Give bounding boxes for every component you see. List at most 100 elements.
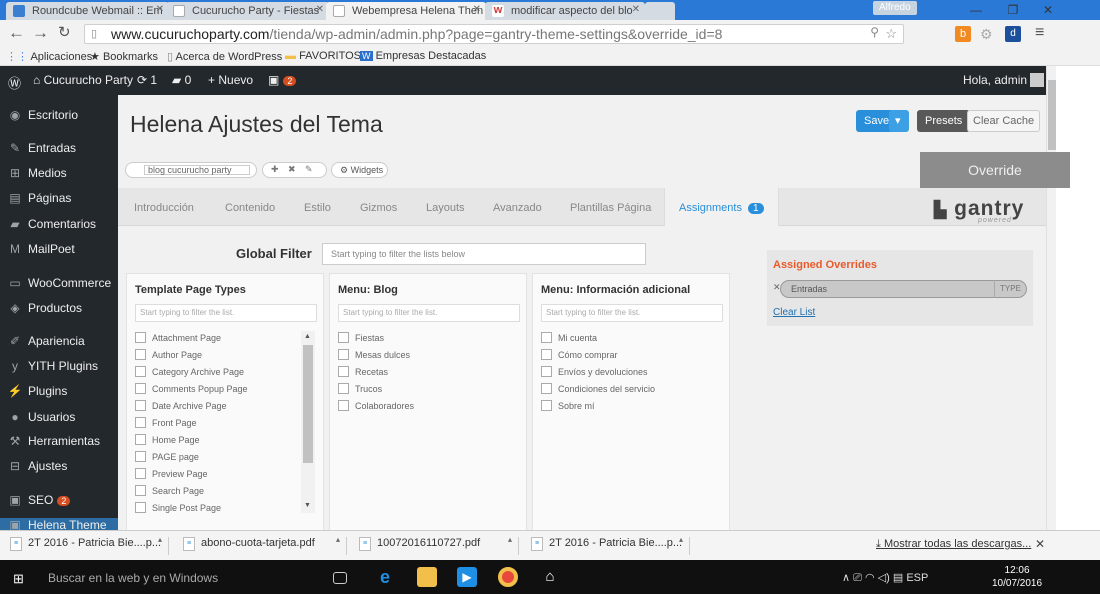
wordpress-logo-icon[interactable]: Ⓦ: [8, 73, 21, 92]
list-item[interactable]: Comments Popup Page: [135, 383, 248, 400]
close-icon[interactable]: ✕: [316, 4, 324, 15]
sidebar-item-herramientas[interactable]: ⚒ Herramientas: [7, 434, 100, 448]
url-field[interactable]: ▯ www.cucuruchoparty.com/tienda/wp-admin…: [84, 24, 904, 44]
list-item[interactable]: Preview Page: [135, 468, 248, 485]
restore-button[interactable]: ❐: [995, 0, 1031, 20]
list-item[interactable]: PAGE page: [135, 451, 248, 468]
forward-button[interactable]: →: [32, 24, 49, 42]
tab-contenido[interactable]: Contenido: [225, 202, 275, 214]
network-icon[interactable]: ⎚: [853, 572, 862, 584]
store-icon[interactable]: ⌂: [540, 567, 560, 587]
list-item[interactable]: Category Archive Page: [135, 366, 248, 383]
bookmark-item[interactable]: ▯ Acerca de WordPress: [167, 50, 282, 63]
list-item[interactable]: Front Page: [135, 417, 248, 434]
chevron-up-icon[interactable]: ∧: [842, 572, 850, 584]
page-scrollbar[interactable]: [1046, 66, 1056, 530]
global-filter-input[interactable]: Start typing to filter the lists below: [322, 243, 646, 265]
list-item[interactable]: Condiciones del servicio: [541, 383, 655, 400]
bookmark-item[interactable]: ★ Bookmarks: [90, 50, 158, 63]
new-content-link[interactable]: + Nuevo: [208, 73, 253, 87]
wifi-icon[interactable]: ◠: [865, 572, 875, 584]
tab-avanzado[interactable]: Avanzado: [493, 202, 542, 214]
download-item[interactable]: ≡ 2T 2016 - Patricia Bie....p... ▴: [4, 535, 169, 555]
list-filter-input[interactable]: Start typing to filter the list.: [135, 304, 317, 322]
star-icon[interactable]: ☆: [885, 26, 897, 42]
extension-icon[interactable]: b: [955, 26, 971, 42]
sidebar-item-comentarios[interactable]: ▰ Comentarios: [7, 217, 96, 231]
tab-estilo[interactable]: Estilo: [304, 202, 331, 214]
tab-plantillas-pagina[interactable]: Plantillas Página: [570, 202, 651, 214]
sidebar-item-seo[interactable]: ▣ SEO 2: [7, 493, 71, 507]
sidebar-item-ajustes[interactable]: ⊟ Ajustes: [7, 459, 67, 473]
profile-badge[interactable]: Alfredo: [873, 1, 917, 15]
edit-icon[interactable]: ✎: [305, 164, 313, 175]
browser-tab[interactable]: Roundcube Webmail :: Em ✕: [6, 2, 169, 20]
close-window-button[interactable]: ✕: [1030, 0, 1066, 20]
list-item[interactable]: Date Archive Page: [135, 400, 248, 417]
tab-assignments[interactable]: Assignments 1: [664, 188, 779, 226]
back-button[interactable]: ←: [8, 24, 25, 42]
list-item[interactable]: Home Page: [135, 434, 248, 451]
taskbar-search[interactable]: Buscar en la web y en Windows: [0, 560, 322, 594]
reload-button[interactable]: ↻: [58, 24, 71, 42]
presets-button[interactable]: Presets: [917, 110, 971, 132]
list-item[interactable]: Cómo comprar: [541, 349, 655, 366]
sidebar-item-medios[interactable]: ⊞ Medios: [7, 166, 67, 180]
list-item[interactable]: Search Page: [135, 485, 248, 502]
close-icon[interactable]: ✕: [632, 4, 640, 15]
tab-layouts[interactable]: Layouts: [426, 202, 465, 214]
zoom-icon[interactable]: ⚲: [870, 25, 879, 39]
list-item[interactable]: Author Page: [135, 349, 248, 366]
close-downloads-button[interactable]: ✕: [1035, 537, 1045, 551]
clear-list-link[interactable]: Clear List: [773, 307, 815, 318]
list-filter-input[interactable]: Start typing to filter the list.: [338, 304, 520, 322]
notification-icon[interactable]: ▤: [893, 572, 903, 584]
sidebar-item-apariencia[interactable]: ✐ Apariencia: [7, 334, 85, 348]
list-item[interactable]: Mi cuenta: [541, 332, 655, 349]
extension-icon[interactable]: ⚙: [980, 26, 993, 43]
updates-link[interactable]: ⟳ 1: [137, 73, 157, 87]
widgets-button[interactable]: ⚙ Widgets: [331, 162, 388, 178]
clear-cache-button[interactable]: Clear Cache: [967, 110, 1041, 132]
sidebar-item-productos[interactable]: ◈ Productos: [7, 301, 82, 315]
minimize-button[interactable]: —: [958, 0, 994, 20]
new-tab-button[interactable]: [645, 2, 675, 20]
list-filter-input[interactable]: Start typing to filter the list.: [541, 304, 723, 322]
tab-gizmos[interactable]: Gizmos: [360, 202, 397, 214]
sidebar-item-usuarios[interactable]: ● Usuarios: [7, 410, 75, 424]
bookmark-apps[interactable]: ⋮⋮ Aplicaciones: [6, 50, 92, 63]
download-item[interactable]: ≡ 10072016110727.pdf ▴: [353, 535, 519, 555]
clock[interactable]: 12:06 10/07/2016: [992, 564, 1042, 590]
bookmark-folder[interactable]: ▬ FAVORITOS: [285, 50, 361, 62]
sidebar-item-plugins[interactable]: ⚡ Plugins: [7, 384, 68, 398]
show-all-downloads-link[interactable]: ⤓ Mostrar todas las descargas...: [876, 538, 1031, 551]
volume-icon[interactable]: ◁): [878, 572, 890, 584]
sidebar-item-woocommerce[interactable]: ▭ WooCommerce: [7, 276, 111, 290]
windows-start-icon[interactable]: ⊞: [13, 571, 24, 587]
list-item[interactable]: Trucos: [338, 383, 414, 400]
list-item[interactable]: Mesas dulces: [338, 349, 414, 366]
save-dropdown-button[interactable]: ▾: [889, 110, 909, 132]
sidebar-item-escritorio[interactable]: ◉ Escritorio: [7, 108, 78, 122]
list-item[interactable]: Envíos y devoluciones: [541, 366, 655, 383]
list-item[interactable]: Single Post Page: [135, 502, 248, 519]
browser-tab-active[interactable]: Webempresa Helena Then ✕: [326, 2, 486, 20]
account-link[interactable]: Hola, admin: [963, 73, 1045, 87]
override-name-field[interactable]: blog cucurucho party: [125, 162, 257, 178]
list-item[interactable]: Colaboradores: [338, 400, 414, 417]
file-explorer-icon[interactable]: [417, 567, 437, 587]
sidebar-item-mailpoet[interactable]: M MailPoet: [7, 242, 75, 256]
language-indicator[interactable]: ESP: [906, 572, 928, 584]
sidebar-item-yith[interactable]: y YITH Plugins: [7, 359, 98, 373]
list-scrollbar[interactable]: ▲ ▼: [301, 331, 315, 513]
browser-tab[interactable]: Cucurucho Party - Fiestas ✕: [166, 2, 329, 20]
download-item[interactable]: ≡ abono-cuota-tarjeta.pdf ▴: [177, 535, 347, 555]
media-player-icon[interactable]: ▶: [457, 567, 477, 587]
list-item[interactable]: Attachment Page: [135, 332, 248, 349]
plugin-link[interactable]: ▣ 2: [268, 73, 297, 87]
edge-icon[interactable]: e: [375, 567, 395, 587]
sidebar-item-paginas[interactable]: ▤ Páginas: [7, 191, 71, 205]
delete-icon[interactable]: ✖: [288, 164, 296, 175]
bookmark-item[interactable]: W Empresas Destacadas: [360, 50, 486, 62]
sidebar-item-entradas[interactable]: ✎ Entradas: [7, 141, 76, 155]
